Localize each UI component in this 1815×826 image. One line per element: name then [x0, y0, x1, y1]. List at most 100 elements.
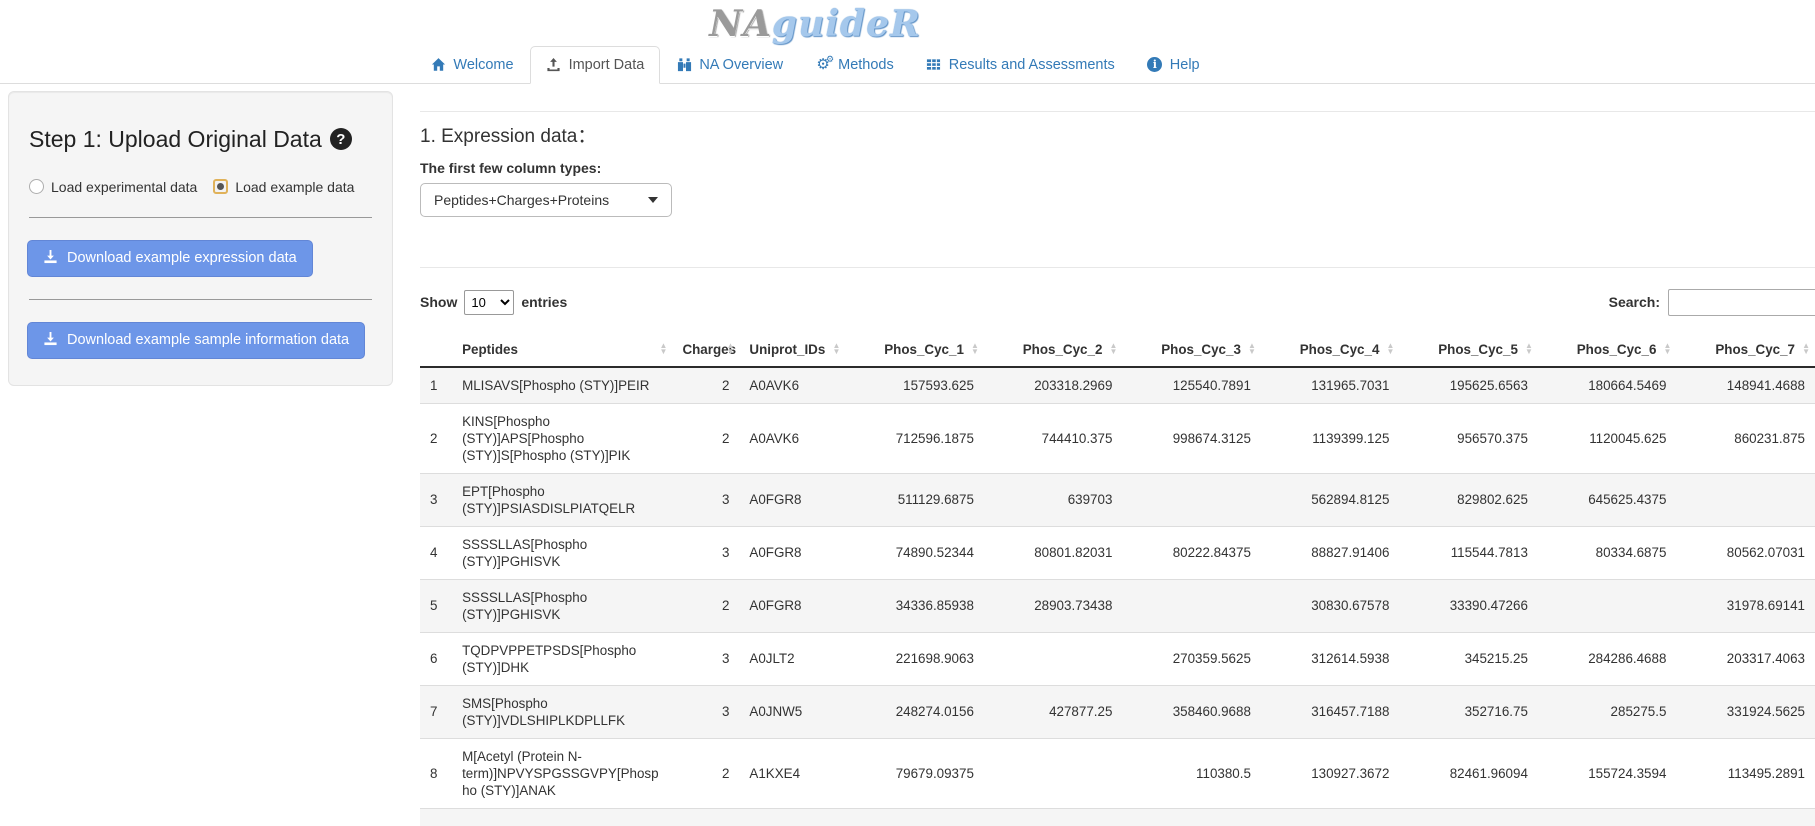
col-header-uniprot_ids[interactable]: Uniprot_IDs▲▼: [739, 333, 845, 367]
column-types-selected-value: Peptides+Charges+Proteins: [434, 192, 609, 208]
data-cell: 639703: [984, 473, 1123, 526]
sort-icon: ▲▼: [1802, 343, 1810, 355]
data-cell: [1399, 808, 1538, 826]
table-row[interactable]: 4SSSSLLAS[Phospho (STY)]PGHISVK3A0FGR874…: [420, 526, 1815, 579]
data-cell: 998674.3125: [1122, 403, 1261, 473]
data-cell: 2: [672, 579, 739, 632]
data-cell: 3: [672, 685, 739, 738]
data-cell: 130927.3672: [1261, 738, 1400, 808]
tab-na-overview[interactable]: NA Overview: [660, 46, 799, 84]
help-question-icon[interactable]: ?: [330, 128, 352, 150]
app-header: NAguideR WelcomeImport DataNA Overview⚙⚙…: [0, 0, 1815, 84]
col-header-phos_cyc_4[interactable]: Phos_Cyc_4▲▼: [1261, 333, 1400, 367]
data-cell: 113495.2891: [1676, 738, 1815, 808]
tab-label: Help: [1170, 57, 1200, 73]
data-cell: A0AVK6: [739, 403, 845, 473]
table-row[interactable]: 5SSSSLLAS[Phospho (STY)]PGHISVK2A0FGR834…: [420, 579, 1815, 632]
entries-select[interactable]: 10: [464, 290, 514, 315]
data-cell: [672, 808, 739, 826]
col-header-phos_cyc_6[interactable]: Phos_Cyc_6▲▼: [1538, 333, 1677, 367]
data-cell: A0FGR8: [739, 526, 845, 579]
data-cell: [1261, 808, 1400, 826]
data-cell: 2: [672, 367, 739, 404]
col-header-phos_cyc_2[interactable]: Phos_Cyc_2▲▼: [984, 333, 1123, 367]
data-cell: 131965.7031: [1261, 367, 1400, 404]
table-length-control: Show 10 entries: [420, 290, 567, 315]
data-cell: SSSSLLAS[Phospho (STY)]PGHISVK: [452, 579, 672, 632]
data-cell: 645625.4375: [1538, 473, 1677, 526]
divider: [29, 217, 372, 218]
data-cell: M[Acetyl (Protein N-term)]NPVYSPGSSGVPY[…: [452, 738, 672, 808]
tab-label: Results and Assessments: [949, 57, 1115, 73]
tab-import-data[interactable]: Import Data: [530, 46, 661, 84]
radio-load-experimental-data[interactable]: Load experimental data: [29, 179, 197, 195]
col-header-phos_cyc_1[interactable]: Phos_Cyc_1▲▼: [845, 333, 984, 367]
data-cell: 562894.8125: [1261, 473, 1400, 526]
data-cell: A1KXE4: [739, 738, 845, 808]
data-cell: [452, 808, 672, 826]
data-cell: [1676, 808, 1815, 826]
sort-icon: ▲▼: [1248, 343, 1256, 355]
upload-data-panel: Step 1: Upload Original Data ? Load expe…: [8, 91, 393, 386]
row-number-cell: 6: [420, 632, 452, 685]
download-icon: [43, 249, 58, 268]
tab-help[interactable]: i Help: [1131, 46, 1216, 84]
data-cell: [1538, 579, 1677, 632]
data-cell: 829802.625: [1399, 473, 1538, 526]
data-cell: 1120045.625: [1538, 403, 1677, 473]
row-number-cell: 5: [420, 579, 452, 632]
col-header-phos_cyc_7[interactable]: Phos_Cyc_7▲▼: [1676, 333, 1815, 367]
col-header-charges[interactable]: Charges▲▼: [672, 333, 739, 367]
sort-icon: ▲▼: [1109, 343, 1117, 355]
tab-methods[interactable]: ⚙⚙Methods: [799, 46, 910, 84]
radio-label: Load example data: [235, 179, 354, 195]
data-cell: 352716.75: [1399, 685, 1538, 738]
col-header-label: Phos_Cyc_5: [1438, 342, 1518, 357]
col-header-label: Phos_Cyc_3: [1161, 342, 1241, 357]
col-header-peptides[interactable]: Peptides▲▼: [452, 333, 672, 367]
table-row[interactable]: [420, 808, 1815, 826]
binoculars-icon: [676, 57, 692, 73]
expression-data-table: Peptides▲▼Charges▲▼Uniprot_IDs▲▼Phos_Cyc…: [420, 333, 1815, 826]
tab-results-and-assessments[interactable]: Results and Assessments: [910, 46, 1131, 84]
nav-tabs: Welcome Import Data NA Overview⚙⚙Methods Re…: [0, 46, 1630, 83]
table-row[interactable]: 7SMS[Phospho (STY)]VDLSHIPLKDPLLFK3A0JNW…: [420, 685, 1815, 738]
col-header-phos_cyc_5[interactable]: Phos_Cyc_5▲▼: [1399, 333, 1538, 367]
tab-welcome[interactable]: Welcome: [414, 46, 529, 84]
data-source-radio-group: Load experimental data Load example data: [29, 179, 374, 195]
data-cell: [1122, 579, 1261, 632]
logo-na-text: NA: [709, 3, 772, 45]
radio-unchecked-icon: [29, 179, 44, 194]
data-cell: [1676, 473, 1815, 526]
data-cell: [1122, 473, 1261, 526]
tab-label: Import Data: [569, 57, 645, 73]
data-cell: 34336.85938: [845, 579, 984, 632]
data-cell: 195625.6563: [1399, 367, 1538, 404]
table-row[interactable]: 2KINS[Phospho (STY)]APS[Phospho (STY)]S[…: [420, 403, 1815, 473]
radio-label: Load experimental data: [51, 179, 197, 195]
row-number-cell: 1: [420, 367, 452, 404]
data-cell: 74890.52344: [845, 526, 984, 579]
info-icon: i: [1147, 57, 1163, 73]
data-cell: 427877.25: [984, 685, 1123, 738]
column-types-dropdown[interactable]: Peptides+Charges+Proteins: [420, 183, 672, 217]
table-row[interactable]: 6TQDPVPPETPSDS[Phospho (STY)]DHK3A0JLT22…: [420, 632, 1815, 685]
download-expression-data-button[interactable]: Download example expression data: [27, 240, 313, 277]
data-cell: 110380.5: [1122, 738, 1261, 808]
row-number-cell: 4: [420, 526, 452, 579]
download-sample-info-button[interactable]: Download example sample information data: [27, 322, 365, 359]
data-cell: [739, 808, 845, 826]
col-header-phos_cyc_3[interactable]: Phos_Cyc_3 ▲▼: [1122, 333, 1261, 367]
data-cell: 312614.5938: [1261, 632, 1400, 685]
table-row[interactable]: 8M[Acetyl (Protein N-term)]NPVYSPGSSGVPY…: [420, 738, 1815, 808]
radio-load-example-data[interactable]: Load example data: [213, 179, 354, 195]
download-expression-label: Download example expression data: [67, 250, 297, 266]
data-cell: A0FGR8: [739, 579, 845, 632]
table-row[interactable]: 3EPT[Phospho (STY)]PSIASDISLPIATQELR3A0F…: [420, 473, 1815, 526]
search-input[interactable]: [1668, 289, 1815, 316]
row-number-cell: 2: [420, 403, 452, 473]
tab-label: Methods: [838, 57, 894, 73]
table-row[interactable]: 1MLISAVS[Phospho (STY)]PEIR2A0AVK6157593…: [420, 367, 1815, 404]
panel-title: Step 1: Upload Original Data ?: [29, 126, 374, 153]
sort-icon: ▲▼: [726, 343, 734, 355]
